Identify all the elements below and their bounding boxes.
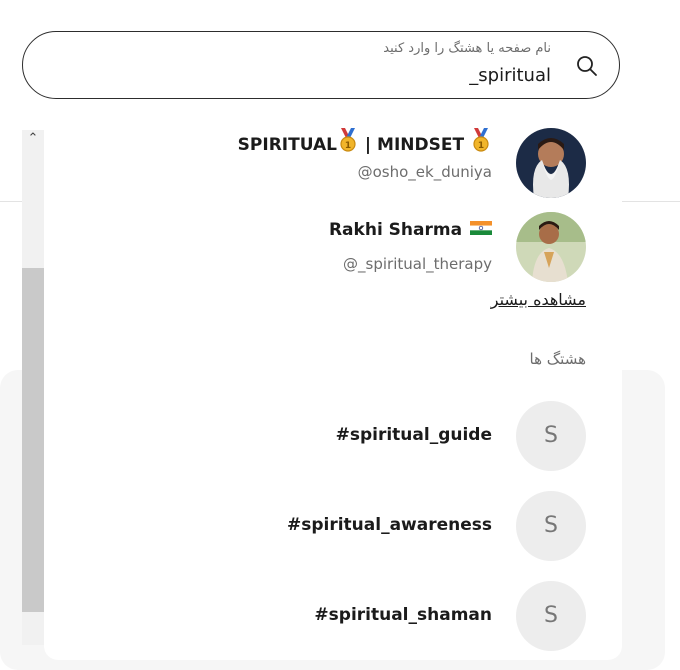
account-name: SPIRITUAL 1 | MINDSET 1 xyxy=(238,128,492,155)
india-flag-icon xyxy=(470,221,492,235)
account-handle: @osho_ek_duniya xyxy=(357,163,492,181)
hashtag-label: #spiritual_shaman xyxy=(314,605,492,625)
hashtag-result[interactable]: S #spiritual_awareness xyxy=(44,491,586,561)
account-name-text: SPIRITUAL xyxy=(237,135,337,155)
avatar xyxy=(516,128,586,198)
avatar xyxy=(516,212,586,282)
search-icon[interactable] xyxy=(575,54,599,78)
account-name: Rakhi Sharma xyxy=(329,220,492,240)
hashtag-initial: S xyxy=(516,401,586,471)
svg-text:1: 1 xyxy=(345,141,351,151)
account-name-text: Rakhi Sharma xyxy=(328,220,463,240)
see-more-link[interactable]: مشاهده بیشتر xyxy=(491,290,586,309)
medal-icon: 1 xyxy=(340,128,356,152)
hashtag-label: #spiritual_guide xyxy=(335,425,492,445)
search-placeholder: نام صفحه یا هشتگ را وارد کنید xyxy=(383,41,551,56)
hashtag-label: #spiritual_awareness xyxy=(286,515,492,535)
hashtag-initial: S xyxy=(516,491,586,561)
account-name-text: | MINDSET xyxy=(364,135,465,155)
search-input[interactable] xyxy=(131,62,551,88)
account-result[interactable]: SPIRITUAL 1 | MINDSET 1 @osho_ek_duniya xyxy=(44,128,586,198)
search-box[interactable]: نام صفحه یا هشتگ را وارد کنید xyxy=(22,31,620,99)
medal-icon: 1 xyxy=(473,128,489,152)
hashtags-section-title: هشتگ ها xyxy=(529,350,587,368)
svg-text:1: 1 xyxy=(478,141,484,151)
account-result[interactable]: Rakhi Sharma @_spiritual_therapy xyxy=(44,212,586,282)
account-handle: @_spiritual_therapy xyxy=(343,255,492,273)
scrollbar-thumb[interactable] xyxy=(22,268,44,612)
search-results-dropdown: SPIRITUAL 1 | MINDSET 1 @osho_ek_duniya R… xyxy=(44,128,622,660)
hashtag-initial: S xyxy=(516,581,586,651)
hashtag-result[interactable]: S #spiritual_shaman xyxy=(44,581,586,651)
scroll-up-arrow-icon[interactable]: ⌃ xyxy=(25,131,41,147)
hashtag-result[interactable]: S #spiritual_guide xyxy=(44,401,586,471)
